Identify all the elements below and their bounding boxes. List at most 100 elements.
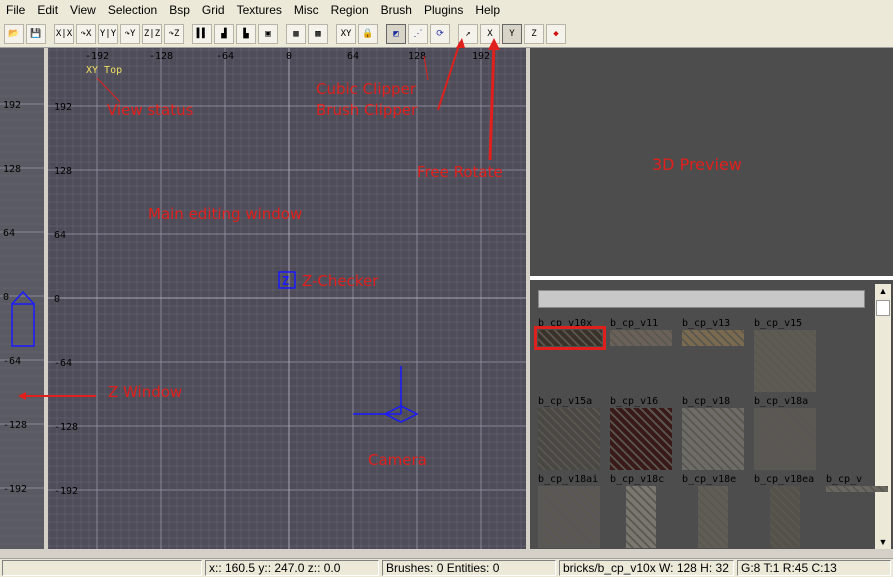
- menu-file[interactable]: File: [0, 3, 31, 17]
- texture-name: b_cp_v15a: [538, 396, 593, 407]
- select-complete-tall-button[interactable]: ▌▌: [192, 23, 212, 44]
- rotate-x-icon: ↷X: [80, 28, 92, 39]
- splitter-main[interactable]: [526, 48, 530, 549]
- flip-y-button[interactable]: Y|Y: [98, 23, 118, 44]
- xy-left-tick: 128: [54, 166, 72, 177]
- toolbar: 📂 💾 X|X ↷X Y|Y ↷Y Z|Z ↷Z ▌▌ ▟ ▙ ▣ ▦ ▩ XY 🔒 ◩ ⋰ ⟳ ↗ X Y Z ◆: [0, 20, 893, 48]
- open-icon: 📂: [8, 28, 20, 39]
- menu-edit[interactable]: Edit: [31, 3, 64, 17]
- select-inside-button[interactable]: ▣: [258, 23, 278, 44]
- open-button[interactable]: 📂: [4, 23, 24, 44]
- csg-subtract-button[interactable]: ▦: [286, 23, 306, 44]
- flip-x-button[interactable]: X|X: [54, 23, 74, 44]
- select-partial-tall-button[interactable]: ▙: [236, 23, 256, 44]
- scale-z-button[interactable]: Z: [524, 23, 544, 44]
- texture-name: b_cp_v13: [682, 318, 731, 329]
- menu-textures[interactable]: Textures: [231, 3, 288, 17]
- texture-name: b_cp_v18: [682, 396, 731, 407]
- cubic-clipper-icon: ◩: [393, 28, 399, 39]
- splitter-z[interactable]: [44, 48, 48, 549]
- texture-thumbnail: [754, 330, 816, 392]
- scale-x-icon: X: [487, 28, 493, 39]
- texture-tile[interactable]: b_cp_v18ea: [754, 474, 816, 548]
- z-tick: 192: [3, 100, 21, 111]
- rotate-z-button[interactable]: ↷Z: [164, 23, 184, 44]
- menu-bsp[interactable]: Bsp: [163, 3, 196, 17]
- texture-name: b_cp_v18a: [754, 396, 809, 407]
- rotate-x-button[interactable]: ↷X: [76, 23, 96, 44]
- xy-view-window[interactable]: -192 -128 -64 0 64 128 192 192 128 64 0 -64 -128 -192…: [48, 48, 526, 549]
- svg-text:Z: Z: [282, 274, 289, 288]
- texture-tile[interactable]: b_cp_v15: [754, 318, 816, 392]
- select-touching-button[interactable]: ▟: [214, 23, 234, 44]
- xy-top-tick: 128: [408, 51, 426, 62]
- csg-merge-icon: ▩: [315, 28, 321, 39]
- texture-filter-input[interactable]: [538, 290, 865, 308]
- texture-tile[interactable]: b_cp_v18e: [682, 474, 744, 548]
- menu-misc[interactable]: Misc: [288, 3, 325, 17]
- texture-tile[interactable]: b_cp_v: [826, 474, 888, 492]
- status-grid: G:8 T:1 R:45 C:13: [737, 560, 891, 576]
- xy-grid: -192 -128 -64 0 64 128 192 192 128 64 0 -64 -128 -192…: [48, 48, 526, 549]
- texture-tile[interactable]: b_cp_v10x: [534, 318, 606, 350]
- texture-scrollbar[interactable]: ▲ ▼: [875, 284, 891, 549]
- texture-tile[interactable]: b_cp_v18c: [610, 474, 672, 548]
- menu-grid[interactable]: Grid: [196, 3, 231, 17]
- texture-browser[interactable]: ▲ ▼ b_cp_v10x b_cp_v11 b_cp_v13 b_cp_v15 b_c…: [530, 280, 893, 549]
- free-rotate-button[interactable]: ⟳: [430, 23, 450, 44]
- scroll-thumb[interactable]: [876, 300, 890, 316]
- menu-region[interactable]: Region: [325, 3, 375, 17]
- cubic-clipper-button[interactable]: ◩: [386, 23, 406, 44]
- texture-tile[interactable]: b_cp_v16: [610, 396, 672, 470]
- save-icon: 💾: [30, 28, 42, 39]
- menu-view[interactable]: View: [64, 3, 102, 17]
- flip-z-button[interactable]: Z|Z: [142, 23, 162, 44]
- scale-button[interactable]: ↗: [458, 23, 478, 44]
- select-inside-icon: ▣: [265, 28, 271, 39]
- xy-top-tick: 64: [347, 51, 359, 62]
- texture-lock-button[interactable]: 🔒: [358, 23, 378, 44]
- status-counts: Brushes: 0 Entities: 0: [382, 560, 556, 576]
- texture-tile[interactable]: b_cp_v18a: [754, 396, 816, 470]
- rotate-y-icon: ↷Y: [124, 28, 136, 39]
- scroll-down-icon[interactable]: ▼: [875, 535, 891, 549]
- menu-help[interactable]: Help: [469, 3, 506, 17]
- texture-name: b_cp_v18ai: [538, 474, 599, 485]
- scale-y-button[interactable]: Y: [502, 23, 522, 44]
- menu-plugins[interactable]: Plugins: [418, 3, 469, 17]
- z-window[interactable]: 256192128640-64-128-192: [0, 36, 44, 549]
- save-button[interactable]: 💾: [26, 23, 46, 44]
- status-message: [2, 560, 202, 576]
- xy-left-tick: 64: [54, 230, 66, 241]
- texture-tile[interactable]: b_cp_v15a: [538, 396, 600, 470]
- z-checker-icon[interactable]: Z: [278, 271, 296, 289]
- menu-selection[interactable]: Selection: [102, 3, 163, 17]
- change-view-icon: XY: [340, 28, 352, 39]
- texture-name: b_cp_v: [826, 474, 863, 485]
- z-brush-icon[interactable]: [11, 290, 35, 347]
- menu-bar: File Edit View Selection Bsp Grid Textures Misc…: [0, 0, 893, 20]
- change-view-button[interactable]: XY: [336, 23, 356, 44]
- scale-x-button[interactable]: X: [480, 23, 500, 44]
- xy-left-tick: -192: [54, 486, 78, 497]
- texture-tile[interactable]: b_cp_v13: [682, 318, 744, 346]
- texture-name: b_cp_v16: [610, 396, 659, 407]
- csg-merge-button[interactable]: ▩: [308, 23, 328, 44]
- select-complete-tall-icon: ▌▌: [196, 28, 208, 39]
- rotate-z-icon: ↷Z: [168, 28, 180, 39]
- splitter-camera[interactable]: [530, 276, 893, 280]
- texture-tile[interactable]: b_cp_v18: [682, 396, 744, 470]
- xy-left-tick: -64: [54, 358, 72, 369]
- texture-tile[interactable]: b_cp_v18ai: [538, 474, 600, 548]
- annotation-z-checker: Z-Checker: [302, 272, 379, 290]
- scroll-up-icon[interactable]: ▲: [875, 284, 891, 298]
- xy-top-tick: -128: [149, 51, 173, 62]
- patch-button[interactable]: ◆: [546, 23, 566, 44]
- flip-z-icon: Z|Z: [143, 28, 161, 39]
- xy-top-tick: 0: [286, 51, 292, 62]
- patch-icon: ◆: [553, 28, 559, 39]
- menu-brush[interactable]: Brush: [375, 3, 418, 17]
- brush-clipper-button[interactable]: ⋰: [408, 23, 428, 44]
- rotate-y-button[interactable]: ↷Y: [120, 23, 140, 44]
- texture-tile[interactable]: b_cp_v11: [610, 318, 672, 346]
